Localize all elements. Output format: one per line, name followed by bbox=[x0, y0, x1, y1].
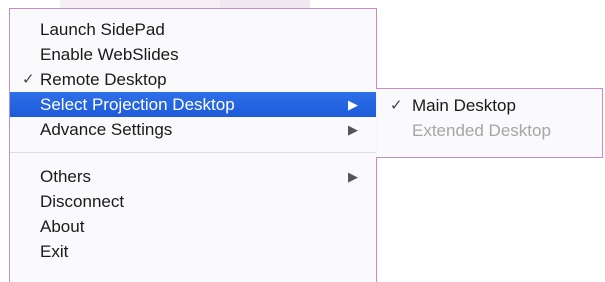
context-menu: Launch SidePad Enable WebSlides ✓ Remote… bbox=[9, 8, 377, 282]
projection-desktop-submenu: ✓ Main Desktop Extended Desktop bbox=[376, 88, 603, 158]
menu-item-exit[interactable]: Exit bbox=[10, 239, 376, 264]
checkmark-icon: ✓ bbox=[390, 97, 403, 114]
menu-item-label: Launch SidePad bbox=[40, 20, 165, 39]
submenu-arrow-icon: ▶ bbox=[348, 122, 358, 137]
screen: Launch SidePad Enable WebSlides ✓ Remote… bbox=[0, 0, 605, 282]
submenu-item-main-desktop[interactable]: ✓ Main Desktop bbox=[376, 93, 602, 118]
menu-separator bbox=[10, 152, 376, 153]
menu-item-label: About bbox=[40, 217, 85, 236]
menu-item-label: Enable WebSlides bbox=[40, 45, 179, 64]
menu-item-label: Disconnect bbox=[40, 192, 125, 211]
background-content bbox=[60, 0, 220, 8]
menu-item-advance-settings[interactable]: Advance Settings ▶ bbox=[10, 117, 376, 142]
background-content bbox=[220, 0, 310, 8]
menu-item-disconnect[interactable]: Disconnect bbox=[10, 189, 376, 214]
menu-item-launch-sidepad[interactable]: Launch SidePad bbox=[10, 17, 376, 42]
menu-item-label: Exit bbox=[40, 242, 69, 261]
submenu-item-label: Main Desktop bbox=[412, 96, 516, 115]
menu-item-remote-desktop[interactable]: ✓ Remote Desktop bbox=[10, 67, 376, 92]
menu-item-label: Select Projection Desktop bbox=[40, 95, 235, 114]
menu-item-label: Others bbox=[40, 167, 92, 186]
menu-item-select-projection-desktop[interactable]: Select Projection Desktop ▶ bbox=[10, 92, 376, 117]
submenu-item-label: Extended Desktop bbox=[412, 121, 551, 140]
menu-item-others[interactable]: Others ▶ bbox=[10, 164, 376, 189]
submenu-arrow-icon: ▶ bbox=[348, 169, 358, 184]
menu-item-about[interactable]: About bbox=[10, 214, 376, 239]
menu-item-label: Remote Desktop bbox=[40, 70, 167, 89]
menu-item-enable-webslides[interactable]: Enable WebSlides bbox=[10, 42, 376, 67]
menu-item-label: Advance Settings bbox=[40, 120, 173, 139]
submenu-item-extended-desktop: Extended Desktop bbox=[376, 118, 602, 143]
checkmark-icon: ✓ bbox=[22, 71, 35, 88]
submenu-arrow-icon: ▶ bbox=[348, 97, 358, 112]
